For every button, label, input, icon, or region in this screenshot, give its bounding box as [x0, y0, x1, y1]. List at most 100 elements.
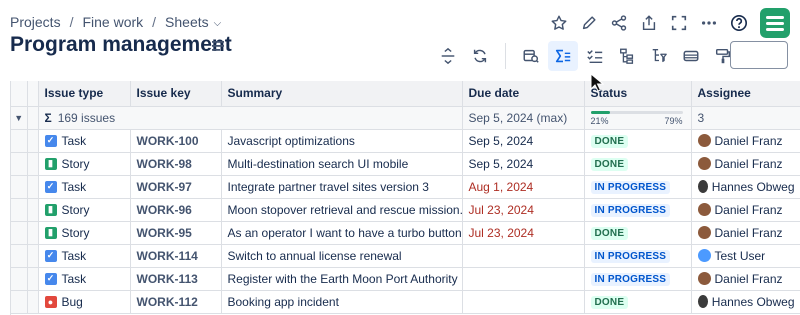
- assignee: Daniel Franz: [697, 272, 795, 286]
- due-date-cell[interactable]: [462, 290, 585, 314]
- issue-key-cell[interactable]: WORK-114: [130, 244, 222, 268]
- hierarchy-filter-icon[interactable]: [644, 41, 674, 71]
- more-icon[interactable]: [694, 8, 724, 38]
- row-gutter-header: [27, 81, 39, 107]
- due-date-cell[interactable]: [462, 267, 585, 291]
- status-lozenge[interactable]: DONE: [590, 158, 629, 171]
- status-cell[interactable]: DONE: [584, 129, 692, 153]
- status-lozenge[interactable]: IN PROGRESS: [590, 181, 671, 194]
- issue-key-cell[interactable]: WORK-100: [130, 129, 222, 153]
- issue-key-cell[interactable]: WORK-96: [130, 198, 222, 222]
- avatar: [697, 249, 711, 262]
- due-date-cell[interactable]: Sep 5, 2024: [462, 152, 585, 176]
- status-cell[interactable]: DONE: [584, 290, 692, 314]
- column-header-summary[interactable]: Summary: [221, 81, 463, 107]
- summary-cell[interactable]: Register with the Earth Moon Port Author…: [221, 267, 463, 291]
- summary-expand-cell[interactable]: ▼: [11, 106, 28, 130]
- fullscreen-icon[interactable]: [664, 8, 694, 38]
- issue-type-cell[interactable]: ✓ Task: [38, 244, 131, 268]
- assignee-cell[interactable]: Daniel Franz: [691, 129, 800, 153]
- table-row[interactable]: ✓ Task WORK-113 Register with the Earth Moo…: [11, 267, 800, 291]
- assignee-cell[interactable]: Daniel Franz: [691, 152, 800, 176]
- summary-cell[interactable]: Multi-destination search UI mobile: [221, 152, 463, 176]
- issue-type-cell[interactable]: ✓ Task: [38, 175, 131, 199]
- summary-cell[interactable]: Javascript optimizations: [221, 129, 463, 153]
- status-cell[interactable]: IN PROGRESS: [584, 244, 692, 268]
- due-date-cell[interactable]: [462, 244, 585, 268]
- status-lozenge[interactable]: DONE: [590, 296, 629, 309]
- status-cell[interactable]: IN PROGRESS: [584, 198, 692, 222]
- breadcrumb-projects[interactable]: Projects: [10, 14, 61, 30]
- issue-type-cell[interactable]: ✓ Task: [38, 129, 131, 153]
- card-icon[interactable]: [676, 41, 706, 71]
- issue-type-cell[interactable]: ▮ Story: [38, 198, 131, 222]
- issue-type-cell[interactable]: ✓ Task: [38, 267, 131, 291]
- table-row[interactable]: ✓ Task WORK-100 Javascript optimizations Sep…: [11, 129, 800, 153]
- column-header-due-date[interactable]: Due date: [462, 81, 585, 107]
- table-row[interactable]: ✓ Task WORK-97 Integrate partner travel sit…: [11, 175, 800, 199]
- summary-cell[interactable]: As an operator I want to have a turbo bu…: [221, 221, 463, 245]
- logo-bar: [766, 15, 784, 19]
- status-lozenge[interactable]: IN PROGRESS: [590, 273, 671, 286]
- status-cell[interactable]: DONE: [584, 221, 692, 245]
- search-input[interactable]: [730, 41, 788, 69]
- summary-cell[interactable]: Moon stopover retrieval and rescue missi…: [221, 198, 463, 222]
- due-date-cell[interactable]: Aug 1, 2024: [462, 175, 585, 199]
- column-header-issue-type[interactable]: Issue type: [38, 81, 131, 107]
- issue-key-cell[interactable]: WORK-112: [130, 290, 222, 314]
- sum-icon[interactable]: [548, 41, 578, 71]
- edit-icon[interactable]: [574, 8, 604, 38]
- checklist-icon[interactable]: [580, 41, 610, 71]
- hierarchy-icon[interactable]: [612, 41, 642, 71]
- assignee-cell[interactable]: Daniel Franz: [691, 221, 800, 245]
- refresh-icon[interactable]: [465, 41, 495, 71]
- breadcrumb-sheets[interactable]: Sheets ⌵: [165, 14, 221, 30]
- column-header-issue-key[interactable]: Issue key: [130, 81, 222, 107]
- issue-type-cell[interactable]: ● Bug: [38, 290, 131, 314]
- table-row[interactable]: ▮ Story WORK-98 Multi-destination search UI…: [11, 152, 800, 176]
- due-date-cell[interactable]: Jul 23, 2024: [462, 221, 585, 245]
- assignee-cell[interactable]: Test User: [691, 244, 800, 268]
- share-icon[interactable]: [604, 8, 634, 38]
- status-lozenge[interactable]: IN PROGRESS: [590, 204, 671, 217]
- issue-type-cell[interactable]: ▮ Story: [38, 152, 131, 176]
- summary-cell[interactable]: Booking app incident: [221, 290, 463, 314]
- issue-key-cell[interactable]: WORK-98: [130, 152, 222, 176]
- help-icon[interactable]: [724, 8, 754, 38]
- status-lozenge[interactable]: DONE: [590, 135, 629, 148]
- summary-cell[interactable]: Switch to annual license renewal: [221, 244, 463, 268]
- issue-key-cell[interactable]: WORK-113: [130, 267, 222, 291]
- due-date-cell[interactable]: Jul 23, 2024: [462, 198, 585, 222]
- status-lozenge[interactable]: IN PROGRESS: [590, 250, 671, 263]
- table-row[interactable]: ▮ Story WORK-95 As an operator I want to ha…: [11, 221, 800, 245]
- calendar-search-icon[interactable]: [516, 41, 546, 71]
- summary-cell[interactable]: Integrate partner travel sites version 3: [221, 175, 463, 199]
- row-gutter: [11, 267, 28, 291]
- status-cell[interactable]: DONE: [584, 152, 692, 176]
- table-row[interactable]: ▮ Story WORK-96 Moon stopover retrieval and…: [11, 198, 800, 222]
- status-lozenge[interactable]: DONE: [590, 227, 629, 240]
- column-header-assignee[interactable]: Assignee: [691, 81, 800, 107]
- app-logo[interactable]: [760, 8, 790, 38]
- sheet-toolbar: [433, 41, 738, 71]
- table-row[interactable]: ✓ Task WORK-114 Switch to annual license re…: [11, 244, 800, 268]
- due-date-cell[interactable]: Sep 5, 2024: [462, 129, 585, 153]
- breadcrumb-fine-work[interactable]: Fine work: [82, 14, 143, 30]
- issue-type-cell[interactable]: ▮ Story: [38, 221, 131, 245]
- status-cell[interactable]: IN PROGRESS: [584, 175, 692, 199]
- assignee-cell[interactable]: Daniel Franz: [691, 198, 800, 222]
- star-icon[interactable]: [544, 8, 574, 38]
- row-height-icon[interactable]: [433, 41, 463, 71]
- issue-key-cell[interactable]: WORK-97: [130, 175, 222, 199]
- assignee-cell[interactable]: Daniel Franz: [691, 267, 800, 291]
- issues-sheet: Issue type Issue key Summary Due date St…: [10, 81, 800, 315]
- task-type-icon: ✓: [44, 272, 57, 285]
- table-row[interactable]: ● Bug WORK-112 Booking app incident DONE Hann…: [11, 290, 800, 314]
- chevron-down-icon[interactable]: ▼: [11, 113, 26, 123]
- assignee-cell[interactable]: Hannes Obweg: [691, 175, 800, 199]
- status-cell[interactable]: IN PROGRESS: [584, 267, 692, 291]
- export-icon[interactable]: [634, 8, 664, 38]
- issue-key-cell[interactable]: WORK-95: [130, 221, 222, 245]
- assignee-cell[interactable]: Hannes Obweg: [691, 290, 800, 314]
- menu-icon[interactable]: [211, 39, 225, 53]
